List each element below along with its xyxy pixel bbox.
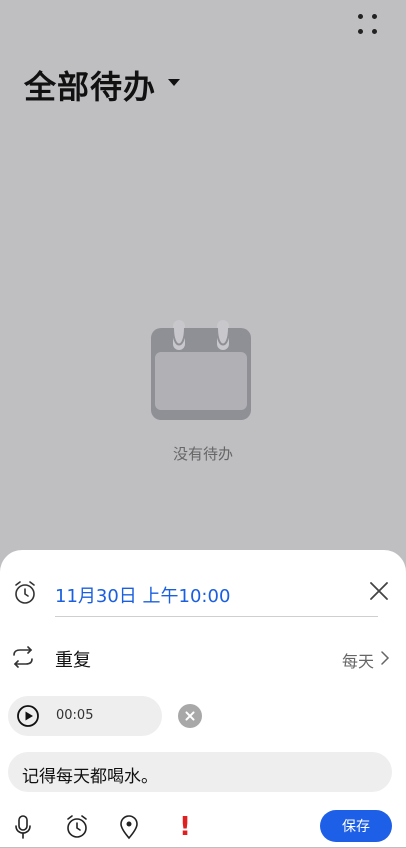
todo-text[interactable]: 记得每天都喝水。: [22, 762, 158, 787]
empty-state-text: 没有待办: [172, 445, 233, 463]
todo-input[interactable]: 记得每天都喝水。: [8, 752, 392, 792]
repeat-label: 重复: [55, 650, 91, 671]
alarm-icon[interactable]: [62, 812, 92, 842]
top-bar: [0, 0, 406, 48]
repeat-value[interactable]: 每天: [342, 648, 374, 672]
save-button[interactable]: 保存: [320, 810, 392, 842]
close-icon[interactable]: [368, 580, 390, 602]
reminder-time-text[interactable]: 11月30日 上午10:00: [55, 582, 230, 608]
reminder-time-row[interactable]: 11月30日 上午10:00: [0, 574, 406, 614]
voice-memo-pill[interactable]: 00:05: [8, 696, 162, 736]
more-dots-icon[interactable]: [358, 14, 380, 36]
remove-voice-memo-icon[interactable]: [178, 704, 202, 728]
page-title[interactable]: 全部待办: [24, 62, 156, 108]
alarm-clock-icon[interactable]: [12, 580, 38, 606]
calendar-icon: [151, 320, 251, 420]
divider: [55, 616, 378, 617]
add-todo-sheet: 11月30日 上午10:00 重复 每天 00:05 记得每天都喝水。 ! 保存: [0, 550, 406, 847]
bottom-toolbar: ! 保存: [0, 808, 406, 848]
urgent-flag-icon[interactable]: !: [170, 812, 200, 842]
location-pin-icon[interactable]: [114, 812, 144, 842]
mic-icon[interactable]: [8, 812, 38, 842]
dropdown-caret-icon[interactable]: [168, 79, 180, 86]
repeat-icon: [13, 646, 33, 668]
voice-memo-duration: 00:05: [56, 708, 94, 723]
chevron-right-icon[interactable]: [380, 651, 390, 665]
play-icon[interactable]: [16, 704, 40, 728]
repeat-row[interactable]: 重复 每天: [0, 638, 406, 678]
